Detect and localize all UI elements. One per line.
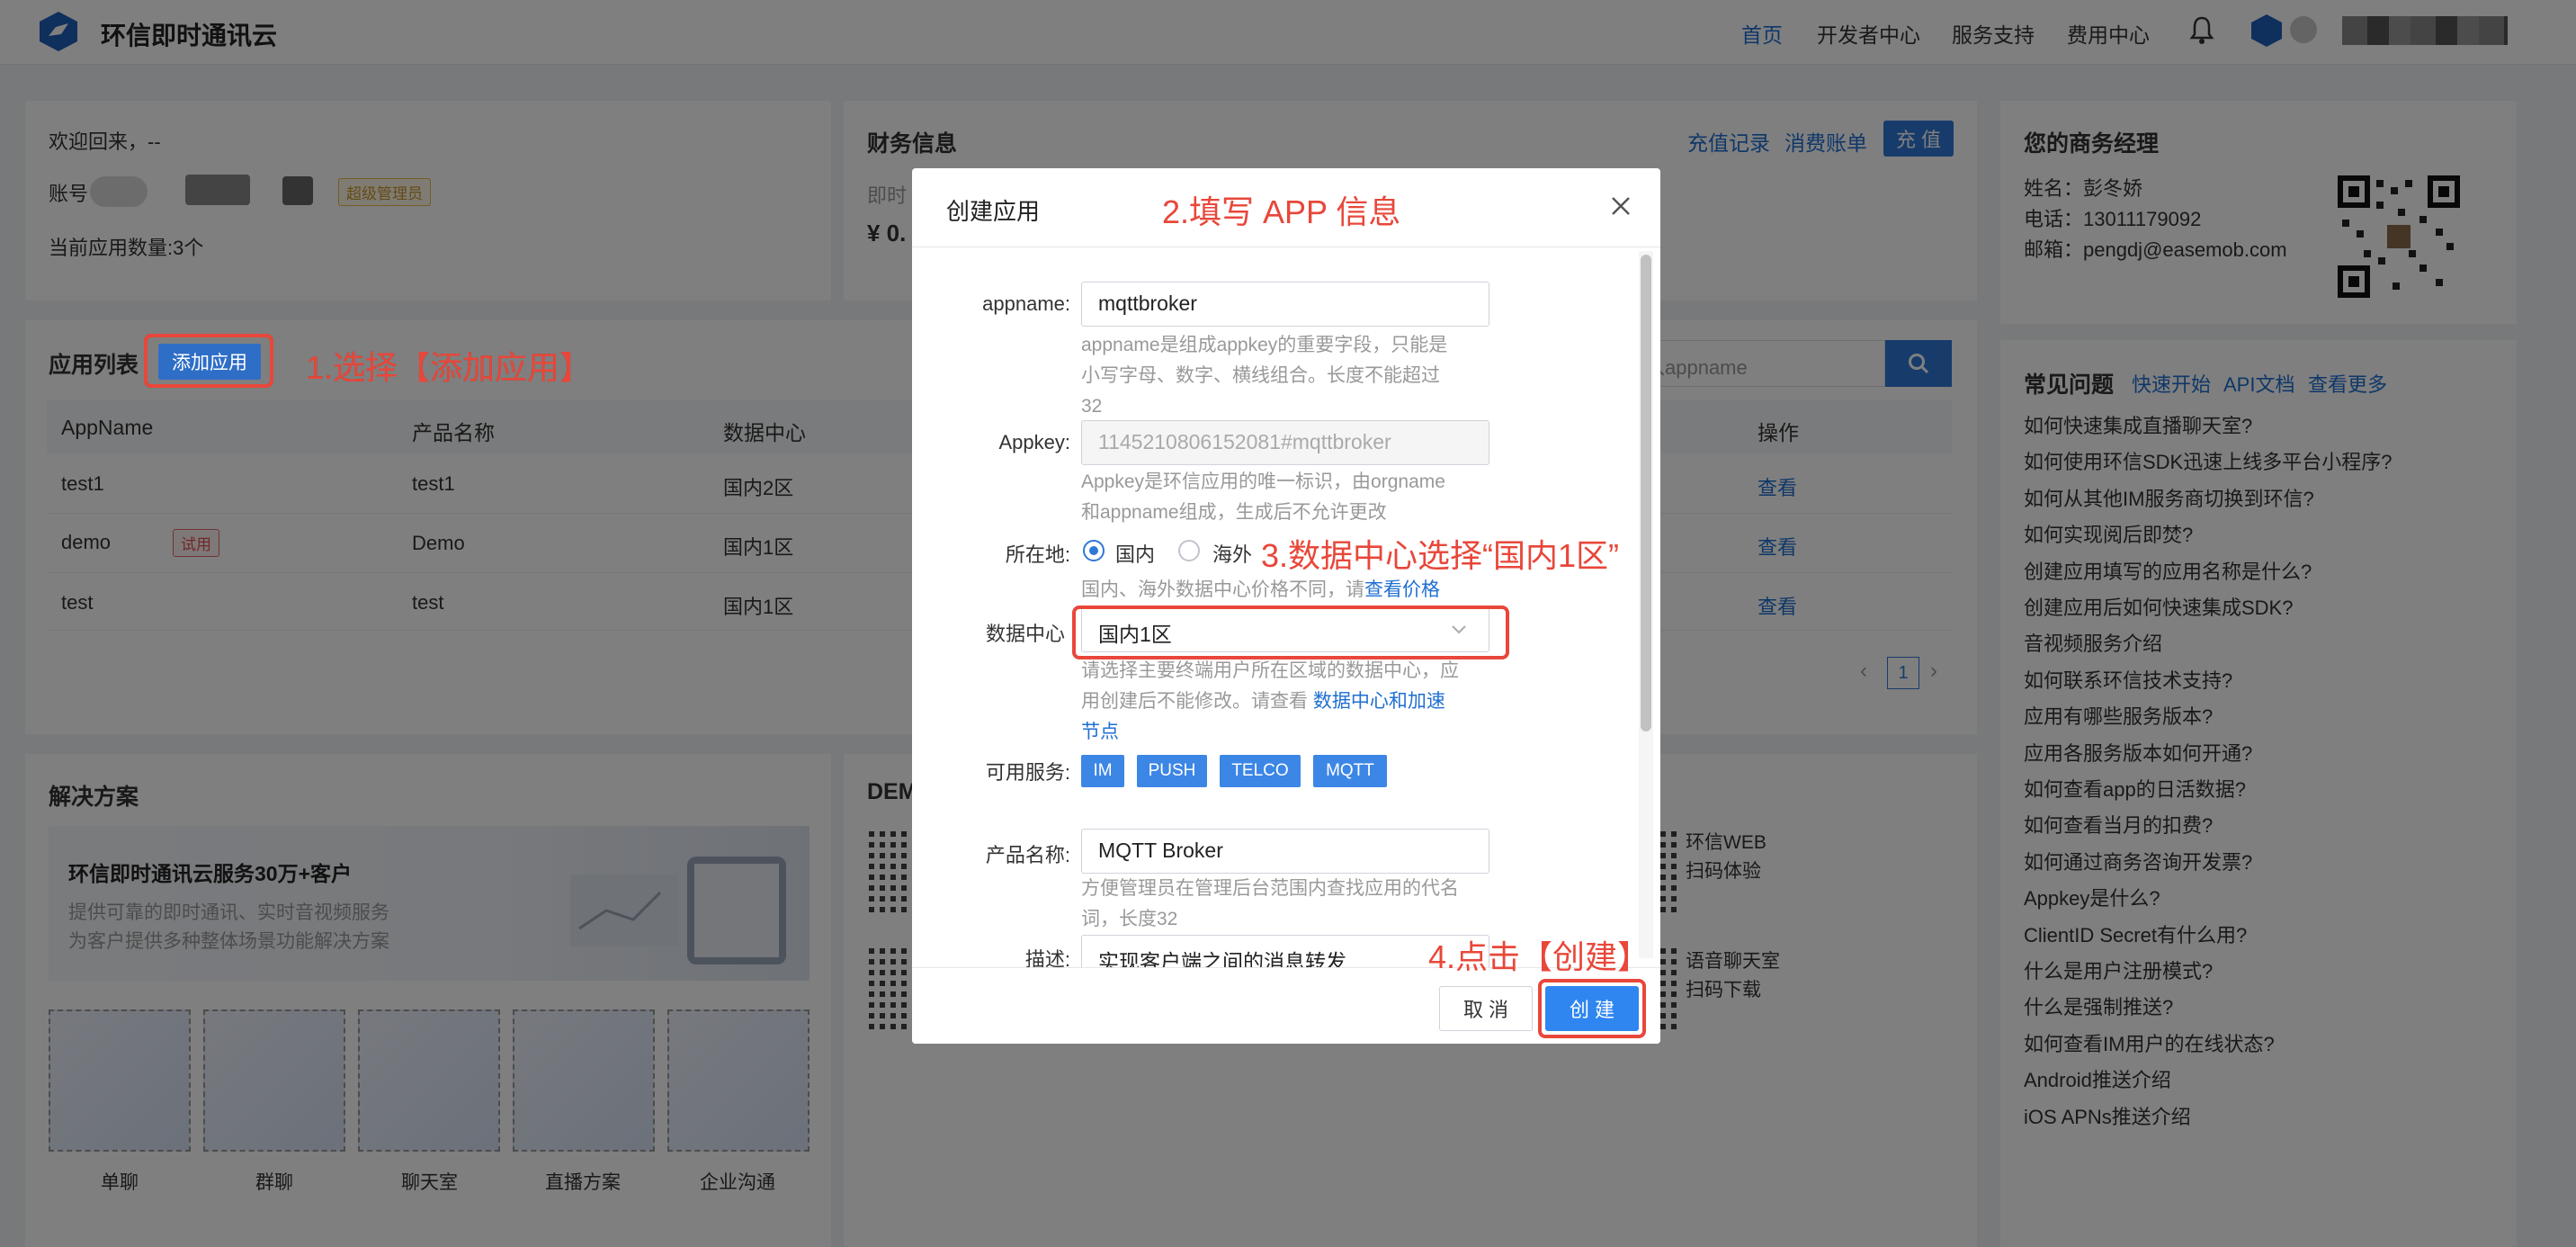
location-domestic-label[interactable]: 国内 xyxy=(1115,539,1155,568)
service-telco-tag: TELCO xyxy=(1220,755,1301,787)
step3-highlight-box xyxy=(1072,606,1509,659)
appkey-label: Appkey: xyxy=(998,431,1071,453)
product-help-line: 词，长度32 xyxy=(1081,909,1178,929)
location-overseas-label[interactable]: 海外 xyxy=(1212,539,1252,568)
location-help-text: 国内、海外数据中心价格不同，请 xyxy=(1081,579,1364,600)
product-name-label: 产品名称: xyxy=(985,844,1070,866)
data-center-label: 数据中心 xyxy=(985,623,1065,645)
product-name-help: 方便管理员在管理后台范围内查找应用的代名 词，长度32 xyxy=(1081,874,1495,935)
product-name-input[interactable]: MQTT Broker xyxy=(1081,829,1489,874)
appname-help-line: 小写字母、数字、横线组合。长度不能超过 xyxy=(1081,365,1440,386)
close-icon[interactable] xyxy=(1606,192,1635,220)
appkey-help-line: Appkey是环信应用的唯一标识，由orgname xyxy=(1081,471,1445,492)
service-push-tag: PUSH xyxy=(1137,755,1207,787)
data-center-link[interactable]: 数据中心和加速 xyxy=(1313,691,1445,712)
appname-input[interactable]: mqttbroker xyxy=(1081,282,1489,327)
product-help-line: 方便管理员在管理后台范围内查找应用的代名 xyxy=(1081,878,1459,899)
modal-footer: 取 消 创 建 xyxy=(912,967,1660,1044)
services-label: 可用服务: xyxy=(985,761,1070,784)
location-overseas-radio[interactable] xyxy=(1178,540,1200,561)
appkey-input[interactable]: 1145210806152081#mqttbroker xyxy=(1081,420,1489,465)
modal-scrollbar-thumb[interactable] xyxy=(1641,255,1651,731)
appkey-help-line: 和appname组成，生成后不允许更改 xyxy=(1081,502,1387,523)
step1-annotation: 1.选择【添加应用】 xyxy=(306,349,593,386)
cancel-button[interactable]: 取 消 xyxy=(1439,986,1533,1031)
step4-annotation: 4.点击【创建】 xyxy=(1428,938,1650,975)
create-app-modal: 创建应用 2.填写 APP 信息 appname: mqttbroker app… xyxy=(912,168,1660,1044)
step3-annotation: 3.数据中心选择“国内1区” xyxy=(1261,537,1620,574)
step1-highlight-box xyxy=(144,334,273,388)
location-help: 国内、海外数据中心价格不同，请查看价格 xyxy=(1081,575,1495,606)
view-price-link[interactable]: 查看价格 xyxy=(1364,579,1440,600)
location-domestic-radio[interactable] xyxy=(1083,540,1105,561)
step4-highlight-box xyxy=(1538,979,1646,1038)
service-im-tag: IM xyxy=(1081,755,1124,787)
location-label: 所在地: xyxy=(1005,543,1070,566)
data-center-help-line: 请选择主要终端用户所在区域的数据中心，应 xyxy=(1081,660,1459,681)
appname-help: appname是组成appkey的重要字段，只能是 小写字母、数字、横线组合。长… xyxy=(1081,330,1495,422)
appname-help-line: 32 xyxy=(1081,396,1103,417)
step2-annotation: 2.填写 APP 信息 xyxy=(1162,193,1401,230)
data-center-help-text: 用创建后不能修改。请查看 xyxy=(1081,691,1308,712)
data-center-help: 请选择主要终端用户所在区域的数据中心，应 用创建后不能修改。请查看 数据中心和加… xyxy=(1081,656,1495,748)
appname-help-line: appname是组成appkey的重要字段，只能是 xyxy=(1081,335,1448,355)
modal-header: 创建应用 2.填写 APP 信息 xyxy=(912,168,1660,247)
modal-title: 创建应用 xyxy=(946,198,1041,225)
data-center-link-cont[interactable]: 节点 xyxy=(1081,717,1495,748)
data-center-help-line-2: 用创建后不能修改。请查看 数据中心和加速 xyxy=(1081,686,1495,717)
service-mqtt-tag: MQTT xyxy=(1313,755,1387,787)
appkey-help: Appkey是环信应用的唯一标识，由orgname 和appname组成，生成后… xyxy=(1081,467,1495,528)
appname-label: appname: xyxy=(982,292,1070,315)
